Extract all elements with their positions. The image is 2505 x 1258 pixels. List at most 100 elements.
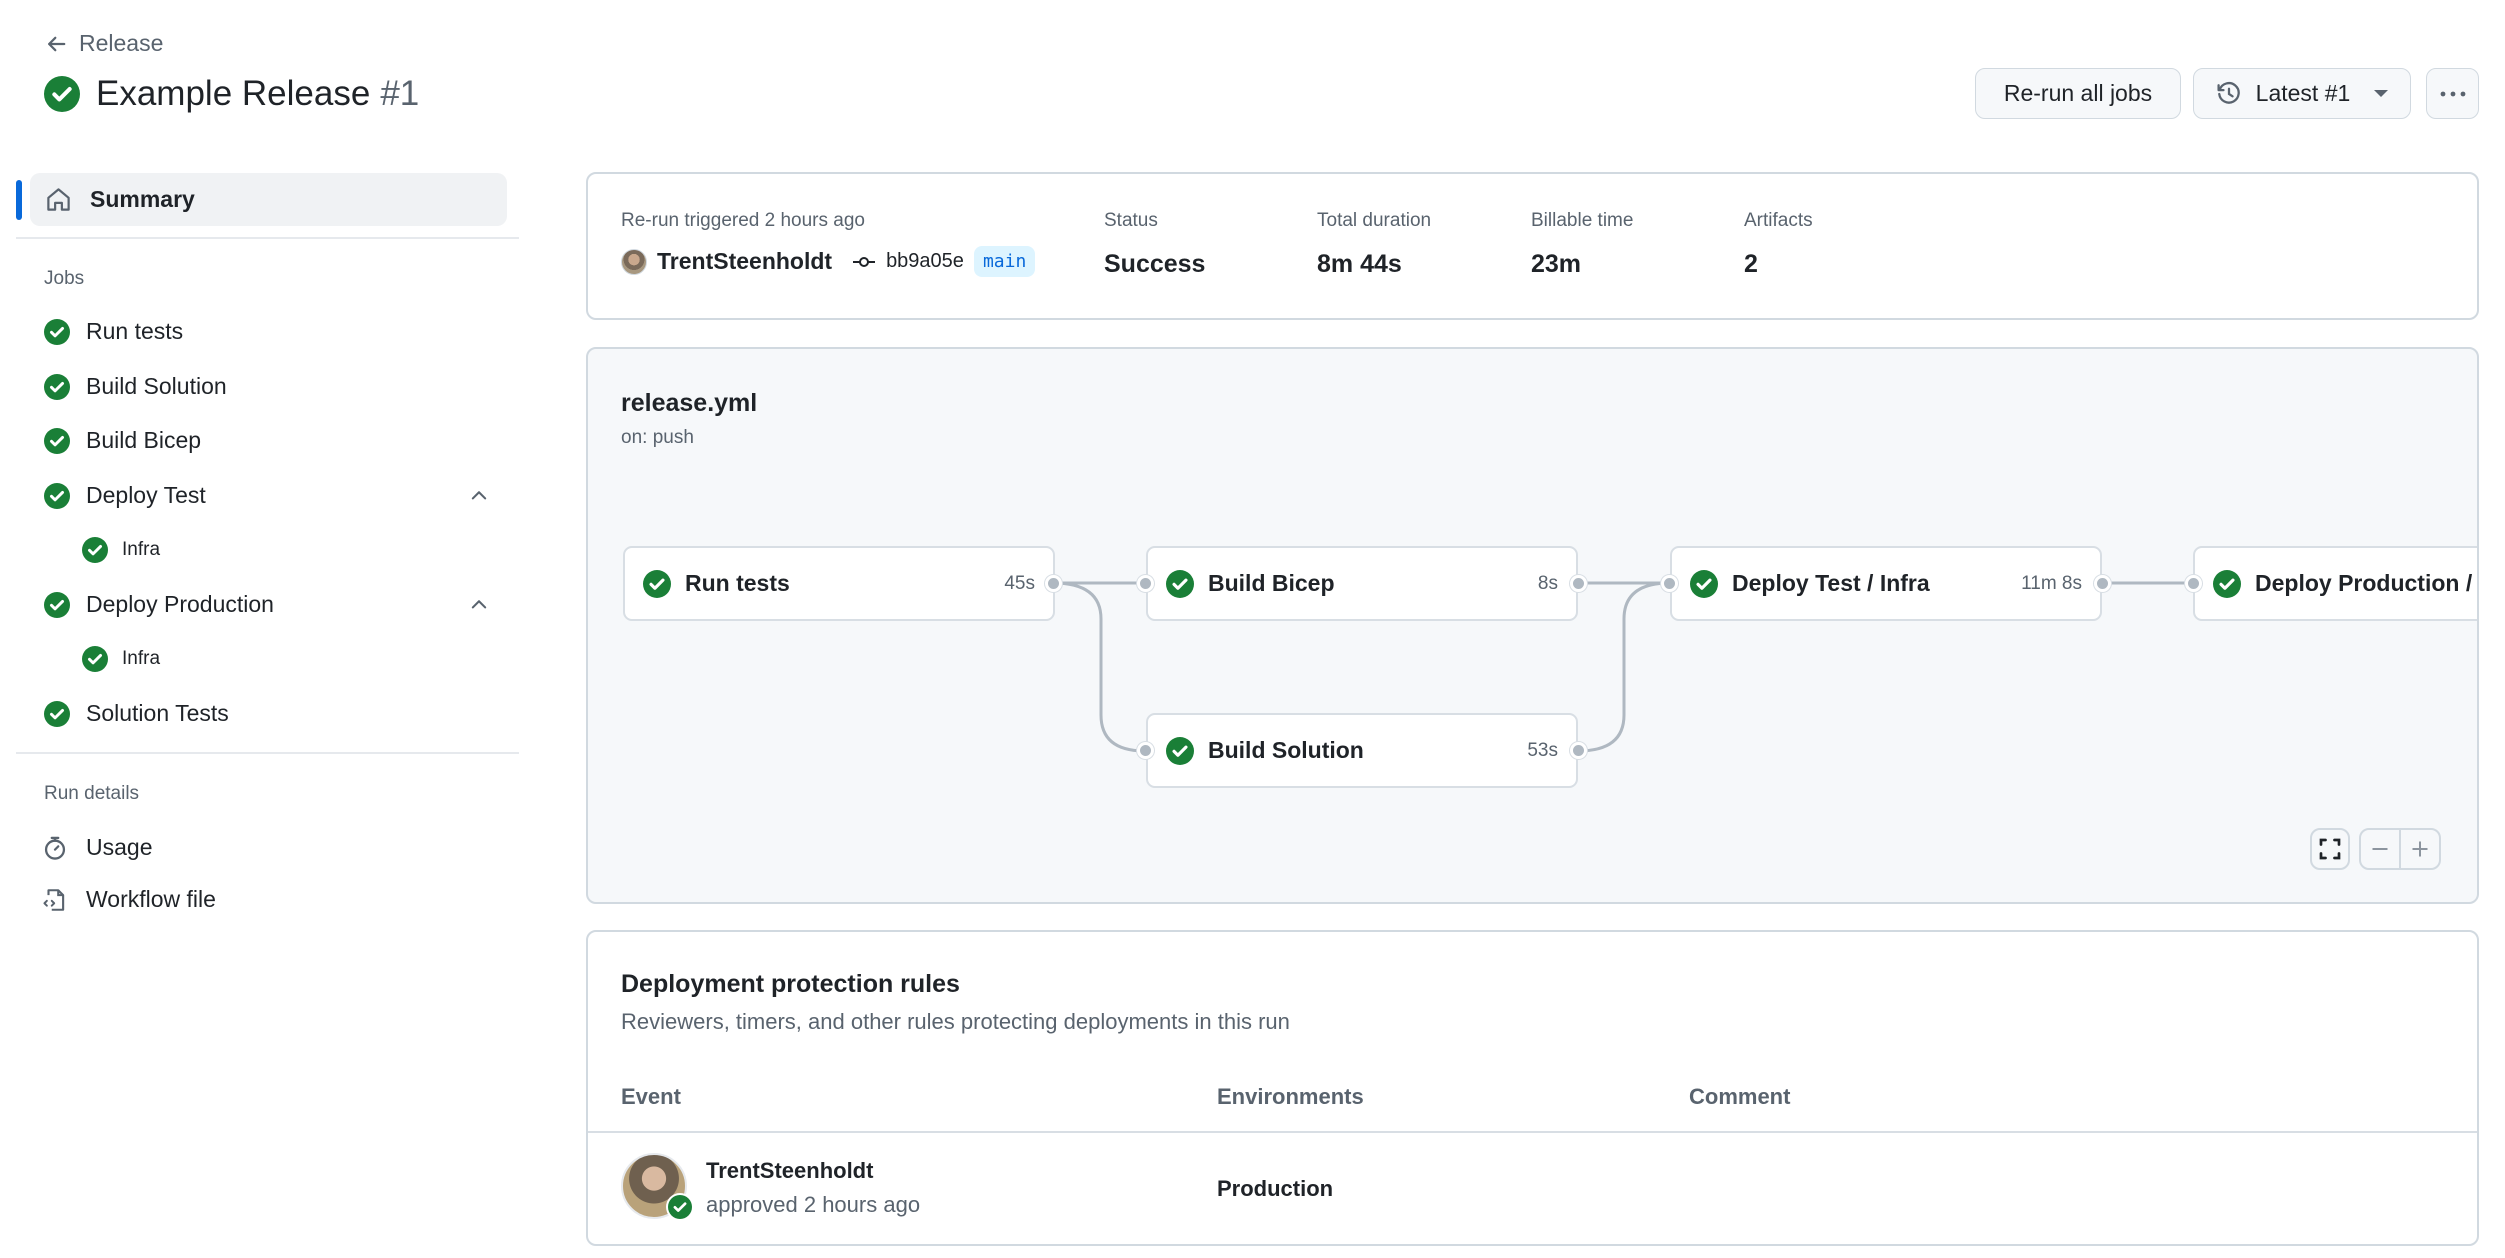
protection-subtitle: Reviewers, timers, and other rules prote… xyxy=(621,1009,1290,1034)
sidebar-item-summary[interactable]: Summary xyxy=(30,173,507,226)
home-icon xyxy=(47,188,70,211)
reviewer-action: approved 2 hours ago xyxy=(706,1192,921,1217)
check-circle-fill-icon xyxy=(1166,570,1194,598)
run-title: Example Release xyxy=(96,74,371,113)
node-duration: 8s xyxy=(1537,572,1558,594)
status-value: Success xyxy=(1104,250,1206,278)
check-circle-fill-icon xyxy=(666,1193,694,1221)
attempt-select-button[interactable]: Latest #1 xyxy=(2193,68,2411,119)
node-port xyxy=(1045,575,1062,592)
reviewer-name[interactable]: TrentSteenholdt xyxy=(706,1158,873,1184)
billable-label: Billable time xyxy=(1531,210,1634,231)
check-circle-fill-icon xyxy=(2213,570,2241,598)
sidebar-job-deploy-test[interactable]: Deploy Test xyxy=(44,482,206,509)
stopwatch-icon xyxy=(44,836,66,860)
back-link-label: Release xyxy=(79,30,164,56)
node-port xyxy=(1137,575,1154,592)
sidebar-job-solution-tests[interactable]: Solution Tests xyxy=(44,700,229,727)
billable-value[interactable]: 23m xyxy=(1531,250,1633,279)
chevron-up-icon[interactable] xyxy=(468,484,490,506)
check-circle-fill-icon xyxy=(44,701,70,727)
history-icon xyxy=(2217,81,2240,104)
check-circle-fill-icon xyxy=(44,319,70,345)
file-code-icon xyxy=(43,888,65,911)
run-details-heading: Run details xyxy=(44,783,140,804)
artifacts-value[interactable]: 2 xyxy=(1744,250,1813,279)
status-label: Status xyxy=(1104,210,1158,231)
actor-avatar[interactable] xyxy=(621,248,647,275)
usage-label: Usage xyxy=(86,834,153,860)
rerun-all-jobs-button[interactable]: Re-run all jobs xyxy=(1975,68,2181,119)
attempt-label: Latest #1 xyxy=(2255,80,2351,106)
graph-node-run-tests[interactable]: Run tests 45s xyxy=(623,546,1055,621)
zoom-out-button[interactable] xyxy=(2361,830,2399,868)
job-label: Deploy Production xyxy=(86,591,274,617)
fullscreen-button[interactable] xyxy=(2310,828,2350,870)
node-label: Deploy Production / Infra xyxy=(2255,570,2477,596)
graph-node-build-solution[interactable]: Build Solution 53s xyxy=(1146,713,1578,788)
fullscreen-icon xyxy=(2319,838,2341,860)
job-label: Build Bicep xyxy=(86,427,202,453)
sidebar-job-build-bicep[interactable]: Build Bicep xyxy=(44,427,201,454)
check-circle-fill-icon xyxy=(44,428,70,454)
zoom-in-button[interactable] xyxy=(2399,830,2439,868)
git-commit-icon xyxy=(853,256,876,267)
active-indicator xyxy=(16,180,22,220)
caret-down-icon xyxy=(2374,90,2389,97)
graph-node-deploy-test[interactable]: Deploy Test / Infra 11m 8s xyxy=(1670,546,2102,621)
more-options-button[interactable] xyxy=(2426,68,2479,119)
check-circle-fill-icon xyxy=(82,537,108,563)
check-circle-fill-icon xyxy=(44,483,70,509)
back-link[interactable]: Release xyxy=(45,30,163,57)
arrow-left-icon xyxy=(48,36,66,51)
job-label: Infra xyxy=(122,648,161,669)
graph-node-deploy-production[interactable]: Deploy Production / Infra xyxy=(2193,546,2477,621)
run-summary-card: Re-run triggered 2 hours ago TrentSteenh… xyxy=(586,172,2479,320)
sidebar-summary-label: Summary xyxy=(90,186,195,212)
chevron-up-icon[interactable] xyxy=(468,593,490,615)
check-circle-fill-icon xyxy=(44,76,80,112)
jobs-heading: Jobs xyxy=(44,268,85,289)
node-port xyxy=(1570,742,1587,759)
sidebar-job-deploy-test-infra[interactable]: Infra xyxy=(82,537,160,563)
trigger-label: Re-run triggered 2 hours ago xyxy=(621,210,865,231)
job-label: Solution Tests xyxy=(86,700,229,726)
node-port xyxy=(2094,575,2111,592)
sidebar-job-deploy-production-infra[interactable]: Infra xyxy=(82,646,160,672)
sidebar-job-run-tests[interactable]: Run tests xyxy=(44,318,183,345)
job-label: Deploy Test xyxy=(86,482,206,508)
node-duration: 45s xyxy=(1004,572,1035,594)
job-label: Infra xyxy=(122,539,161,560)
node-port xyxy=(2185,575,2202,592)
column-header-environments: Environments xyxy=(1217,1084,1364,1109)
job-label: Run tests xyxy=(86,318,184,344)
branch-label[interactable]: main xyxy=(973,246,1036,277)
actor-link[interactable]: TrentSteenholdt xyxy=(657,248,832,275)
check-circle-fill-icon xyxy=(44,374,70,400)
sidebar-divider xyxy=(16,752,519,754)
rerun-all-jobs-label: Re-run all jobs xyxy=(2003,80,2153,106)
column-header-event: Event xyxy=(621,1084,681,1109)
node-duration: 53s xyxy=(1527,739,1558,761)
workflow-file-label: Workflow file xyxy=(86,886,216,912)
workflow-edges xyxy=(1052,581,2196,753)
column-header-comment: Comment xyxy=(1689,1084,1791,1109)
check-circle-fill-icon xyxy=(643,570,671,598)
job-label: Build Solution xyxy=(86,373,227,399)
billable-info: Billable time 23m xyxy=(1531,210,1633,279)
node-duration: 11m 8s xyxy=(2021,572,2082,594)
duration-value[interactable]: 8m 44s xyxy=(1317,250,1431,279)
node-port xyxy=(1570,575,1587,592)
graph-node-build-bicep[interactable]: Build Bicep 8s xyxy=(1146,546,1578,621)
artifacts-info: Artifacts 2 xyxy=(1744,210,1813,279)
node-port xyxy=(1661,575,1678,592)
sidebar-item-workflow-file[interactable]: Workflow file xyxy=(42,886,216,913)
zoom-controls xyxy=(2359,828,2441,870)
status-info: Status Success xyxy=(1104,210,1205,279)
page-title: Example Release #1 xyxy=(44,74,419,114)
duration-label: Total duration xyxy=(1317,210,1432,231)
sidebar-item-usage[interactable]: Usage xyxy=(42,834,152,861)
commit-sha-link[interactable]: bb9a05e xyxy=(886,250,964,273)
sidebar-job-deploy-production[interactable]: Deploy Production xyxy=(44,591,274,618)
sidebar-job-build-solution[interactable]: Build Solution xyxy=(44,373,227,400)
